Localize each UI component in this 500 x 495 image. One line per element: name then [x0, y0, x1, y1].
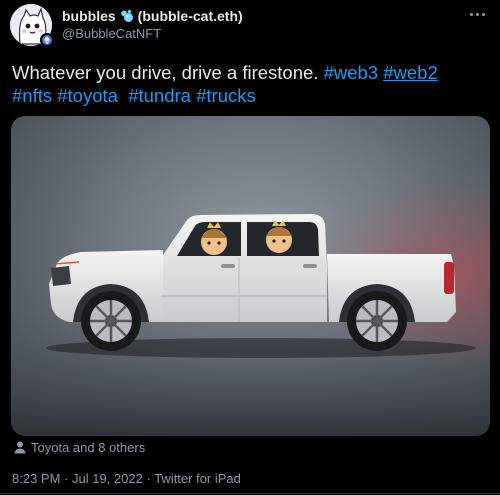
display-name[interactable]: bubbles — [62, 8, 116, 24]
hashtag-link[interactable]: #toyota — [57, 85, 118, 106]
separator: · — [64, 471, 72, 486]
author-handle[interactable]: @BubbleCatNFT — [62, 26, 161, 41]
author-name-row[interactable]: bubbles (bubble-cat.eth) — [62, 7, 243, 25]
pickup-truck-photo — [11, 116, 490, 436]
tweet-body: Whatever you drive, drive a firestone. — [12, 62, 319, 83]
ethereum-icon — [40, 33, 54, 47]
person-icon — [14, 441, 26, 454]
hashtag-link[interactable]: #web2 — [383, 62, 438, 83]
tweet-media-image[interactable] — [11, 116, 490, 436]
hashtag-link[interactable]: #tundra — [128, 85, 191, 106]
tagged-label: Toyota and 8 others — [31, 440, 146, 455]
tweet-source[interactable]: Twitter for iPad — [154, 471, 241, 486]
hashtag-link[interactable]: #trucks — [196, 85, 256, 106]
more-dot — [469, 12, 473, 16]
ens-name[interactable]: (bubble-cat.eth) — [138, 8, 243, 24]
tagged-people-link[interactable]: Toyota and 8 others — [14, 440, 145, 455]
more-options-button[interactable] — [466, 6, 488, 22]
divider — [0, 493, 500, 494]
bubbles-emoji-icon — [120, 9, 134, 23]
tweet-meta: 8:23 PM · Jul 19, 2022 · Twitter for iPa… — [12, 471, 241, 486]
more-dot — [475, 12, 479, 16]
rear-wheel — [347, 291, 407, 351]
tweet-text: Whatever you drive, drive a firestone. #… — [12, 61, 490, 107]
tweet-date[interactable]: Jul 19, 2022 — [72, 471, 143, 486]
hashtag-link[interactable]: #web3 — [324, 62, 379, 83]
hashtag-link[interactable]: #nfts — [12, 85, 52, 106]
front-wheel — [81, 291, 141, 351]
tweet-time[interactable]: 8:23 PM — [12, 471, 60, 486]
more-dot — [481, 12, 485, 16]
